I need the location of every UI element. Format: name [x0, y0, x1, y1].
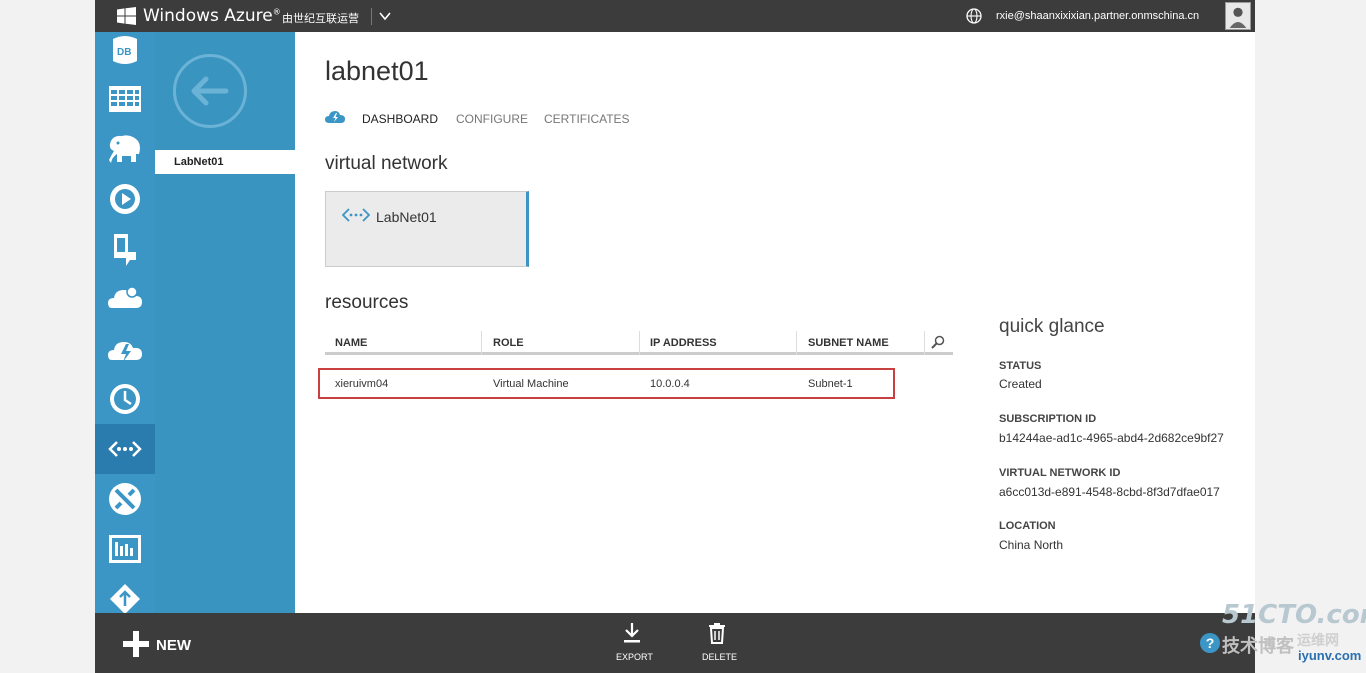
command-bar: NEW EXPORT DELETE ? [95, 613, 1255, 673]
column-divider [796, 331, 797, 355]
traffic-manager-icon [109, 483, 141, 515]
arrow-left-icon [191, 76, 229, 106]
location-label: LOCATION [999, 520, 1056, 532]
nav-networks[interactable] [95, 424, 155, 474]
operator-label: 由世纪互联运营 [282, 13, 359, 25]
hdinsight-elephant-icon [109, 135, 140, 163]
brand-name[interactable]: Windows Azure® [143, 6, 281, 26]
database-icon: DB [113, 36, 137, 64]
mobile-services-icon [114, 234, 136, 266]
nav-management-portal[interactable] [95, 524, 155, 574]
scheduler-icon [110, 384, 140, 414]
back-button[interactable] [173, 54, 247, 128]
tab-configure[interactable]: CONFIGURE [456, 112, 528, 126]
nav-media-services[interactable] [95, 174, 155, 224]
table-storage-icon [109, 86, 141, 112]
status-label: STATUS [999, 360, 1042, 372]
portal-window: Windows Azure® 由世纪互联运营 rxie@shaanxixixia… [95, 0, 1255, 673]
resources-table-header: NAME ROLE IP ADDRESS SUBNET NAME [325, 331, 953, 355]
chevron-down-icon[interactable] [378, 9, 392, 23]
user-email[interactable]: rxie@shaanxixixian.partner.onmschina.cn [996, 10, 1199, 22]
sub-nav: LabNet01 [155, 32, 295, 613]
networks-icon [108, 441, 142, 457]
cloud-services-icon [108, 286, 142, 308]
watermark-blog: 技术博客 [1222, 636, 1294, 656]
search-icon[interactable] [931, 335, 945, 349]
column-divider [481, 331, 482, 355]
nav-traffic-manager[interactable] [95, 474, 155, 524]
nav-mobile-services[interactable] [95, 224, 155, 274]
brand-mark: ® [272, 7, 281, 17]
virtual-network-heading: virtual network [325, 153, 448, 174]
tab-certificates[interactable]: CERTIFICATES [544, 112, 630, 126]
cloud-lightning-icon [325, 111, 345, 123]
page-title: labnet01 [325, 56, 429, 86]
avatar[interactable] [1225, 2, 1251, 30]
management-portal-icon [109, 535, 141, 563]
vnet-tile[interactable]: LabNet01 [325, 191, 529, 267]
new-button[interactable]: NEW [156, 637, 191, 654]
plus-icon[interactable] [123, 631, 149, 657]
vnet-id-value: a6cc013d-e891-4548-8cbd-8f3d7dfae017 [999, 485, 1220, 499]
download-icon[interactable] [622, 622, 642, 644]
column-divider [924, 331, 925, 355]
col-ip-address[interactable]: IP ADDRESS [650, 337, 717, 349]
help-icon[interactable]: ? [1200, 633, 1220, 653]
col-name[interactable]: NAME [335, 337, 367, 349]
main-content: labnet01 DASHBOARD CONFIGURE CERTIFICATE… [295, 32, 1255, 613]
topbar-divider [371, 8, 372, 25]
nav-sql-database[interactable]: DB [95, 32, 155, 75]
subscription-id-label: SUBSCRIPTION ID [999, 413, 1097, 425]
brand-text: Windows Azure [143, 6, 273, 26]
export-button[interactable]: EXPORT [616, 652, 653, 662]
nav-storage[interactable] [95, 74, 155, 124]
subscription-id-value: b14244ae-ad1c-4965-abd4-2d682ce9bf27 [999, 431, 1224, 445]
nav-deployment[interactable] [95, 574, 155, 613]
tab-dashboard[interactable]: DASHBOARD [362, 112, 438, 126]
media-services-icon [110, 184, 140, 214]
watermark-iyunv: iyunv.com [1298, 648, 1362, 663]
location-value: China North [999, 538, 1064, 552]
column-divider [639, 331, 640, 355]
nav-scheduler[interactable] [95, 374, 155, 424]
network-icon [342, 208, 370, 222]
svg-text:DB: DB [117, 47, 131, 58]
delete-button[interactable]: DELETE [702, 652, 737, 662]
windows-logo-icon [117, 7, 136, 25]
globe-icon[interactable] [966, 8, 982, 24]
service-nav: DB [95, 32, 155, 613]
deployment-icon [110, 584, 140, 613]
top-bar: Windows Azure® 由世纪互联运营 rxie@shaanxixixia… [95, 0, 1255, 32]
nav-service-bus[interactable] [95, 324, 155, 374]
watermark-yunwei: 运维网 [1297, 632, 1339, 648]
nav-hdinsight[interactable] [95, 124, 155, 174]
vnet-tile-label: LabNet01 [376, 209, 437, 225]
quick-glance-title: quick glance [999, 316, 1105, 337]
row-highlight-box [318, 368, 895, 399]
user-avatar-icon [1229, 7, 1247, 28]
subnav-item-labnet01[interactable]: LabNet01 [155, 150, 295, 174]
resources-heading: resources [325, 292, 409, 313]
trash-icon[interactable] [707, 622, 727, 644]
watermark-51cto: 51CTO.com [1222, 600, 1366, 630]
status-value: Created [999, 377, 1042, 391]
col-subnet-name[interactable]: SUBNET NAME [808, 337, 889, 349]
nav-cloud-services[interactable] [95, 274, 155, 324]
vnet-id-label: VIRTUAL NETWORK ID [999, 467, 1121, 479]
col-role[interactable]: ROLE [493, 337, 524, 349]
service-bus-icon [108, 342, 142, 362]
